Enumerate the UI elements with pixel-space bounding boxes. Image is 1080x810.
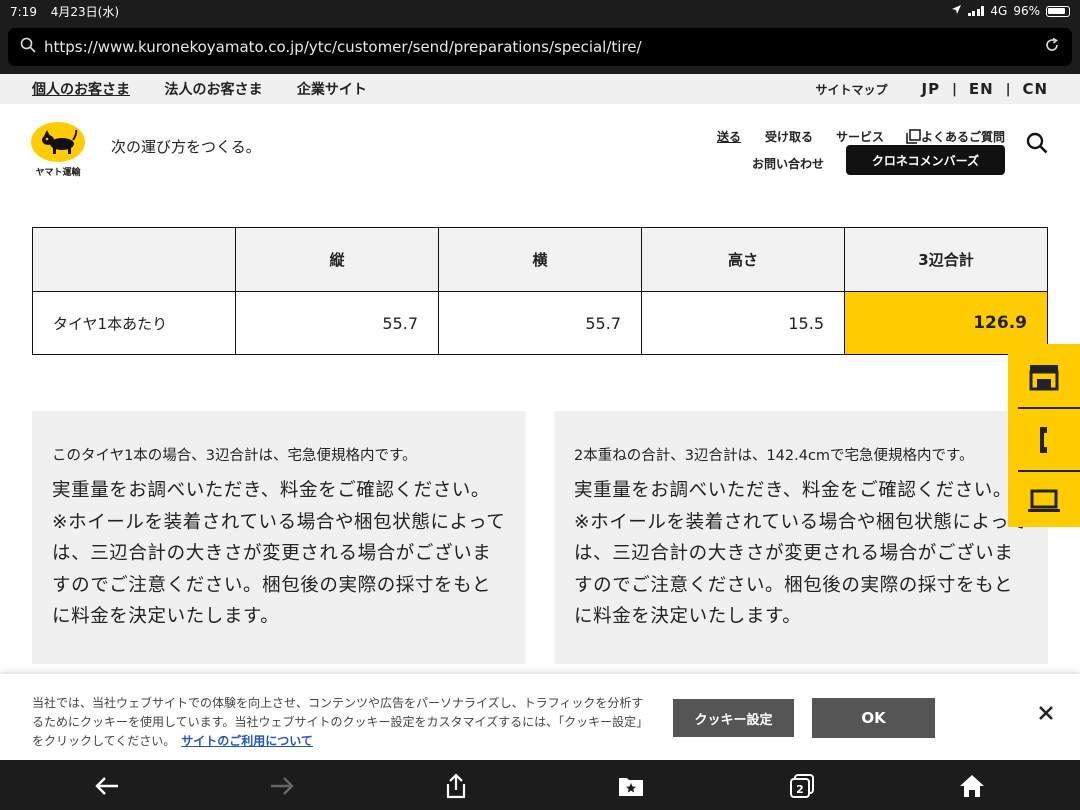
table-header-total: 3辺合計: [844, 227, 1048, 292]
info-box-single: このタイヤ1本の場合、3辺合計は、宅急便規格内です。 実重量をお調べいただき、料…: [32, 411, 526, 664]
search-icon: [20, 37, 36, 57]
share-icon[interactable]: [442, 772, 470, 800]
floating-sidebar: [1008, 344, 1080, 527]
tab-count: 2: [796, 783, 804, 796]
table-header-row: 縦 横 高さ 3辺合計: [32, 227, 1048, 292]
cookie-ok-button[interactable]: OK: [812, 698, 935, 738]
home-icon[interactable]: [958, 772, 986, 800]
browser-chrome: https://www.kuronekoyamato.co.jp/ytc/cus…: [0, 22, 1080, 74]
nav-faq-label: よくあるご質問: [921, 130, 1006, 144]
black-cat-icon: [31, 122, 85, 162]
browser-toolbar: 2: [0, 760, 1080, 810]
info-box-double: 2本重ねの合計、3辺合計は、142.4cmで宅急便規格内です。 実重量をお調べい…: [554, 411, 1048, 664]
status-bar: 7:19 4月23日(水) 4G 96%: [0, 0, 1080, 22]
logo-caption: ヤマト運輸: [35, 168, 81, 178]
table-header-length: 縦: [235, 227, 439, 292]
battery-icon: [1046, 5, 1070, 17]
status-date: 4月23日(水): [50, 4, 120, 19]
cell-width: 55.7: [438, 291, 642, 355]
network-type: 4G: [990, 4, 1008, 18]
location-icon: [951, 4, 962, 18]
site-header: ヤマト運輸 次の運び方をつくる。 送る 受け取る サービス よくあるご質問 お問…: [0, 104, 1080, 188]
top-nav: 個人のお客さま 法人のお客さま 企業サイト サイトマップ JP | EN | C…: [0, 74, 1080, 104]
address-bar[interactable]: https://www.kuronekoyamato.co.jp/ytc/cus…: [8, 28, 1072, 66]
lang-separator: |: [1005, 81, 1011, 97]
tabs-icon[interactable]: 2: [788, 772, 816, 800]
lang-en[interactable]: EN: [969, 80, 994, 98]
store-icon[interactable]: [1008, 346, 1080, 407]
nav-corporate[interactable]: 企業サイト: [297, 82, 367, 98]
tire-dimensions-table: 縦 横 高さ 3辺合計 タイヤ1本あたり 55.7 55.7 15.5 126.…: [32, 227, 1048, 355]
nav-service[interactable]: サービス: [836, 128, 884, 145]
lang-cn[interactable]: CN: [1022, 80, 1048, 98]
kuroneko-members-button[interactable]: クロネコメンバーズ: [846, 145, 1005, 175]
lang-jp[interactable]: JP: [922, 80, 941, 98]
nav-faq[interactable]: よくあるご質問: [906, 128, 1005, 145]
table-header-width: 横: [438, 227, 642, 292]
table-row: タイヤ1本あたり 55.7 55.7 15.5 126.9: [32, 291, 1048, 355]
sitemap-link[interactable]: サイトマップ: [816, 81, 888, 98]
cookie-settings-button[interactable]: クッキー設定: [673, 699, 794, 737]
lang-separator: |: [952, 81, 957, 97]
yamato-logo[interactable]: ヤマト運輸: [31, 122, 85, 178]
table-header-blank: [32, 227, 236, 292]
row-label: タイヤ1本あたり: [32, 291, 236, 355]
search-icon[interactable]: [1026, 132, 1052, 158]
status-time: 7:19: [10, 4, 37, 19]
info-lead: このタイヤ1本の場合、3辺合計は、宅急便規格内です。: [52, 448, 417, 464]
nav-contact[interactable]: お問い合わせ: [752, 155, 824, 172]
tagline: 次の運び方をつくる。: [111, 138, 261, 156]
reload-icon[interactable]: [1044, 37, 1060, 57]
forward-arrow-icon[interactable]: [268, 772, 296, 800]
info-body: 実重量をお調べいただき、料金をご確認ください。※ホイールを装着されている場合や梱…: [574, 480, 1028, 627]
signal-icon: [967, 6, 985, 16]
phone-icon[interactable]: [1008, 409, 1080, 470]
cell-length: 55.7: [235, 291, 439, 355]
info-body: 実重量をお調べいただき、料金をご確認ください。※ホイールを装着されている場合や梱…: [52, 480, 506, 627]
site-usage-link[interactable]: サイトのご利用について: [181, 734, 313, 748]
url-text: https://www.kuronekoyamato.co.jp/ytc/cus…: [44, 38, 642, 56]
external-window-icon: [906, 129, 921, 144]
cookie-text-block: 当社では、当社ウェブサイトでの体験を向上させ、コンテンツや広告をパーソナライズし…: [32, 694, 652, 751]
nav-business[interactable]: 法人のお客さま: [164, 82, 262, 98]
cookie-text: 当社では、当社ウェブサイトでの体験を向上させ、コンテンツや広告をパーソナライズし…: [32, 696, 649, 748]
table-header-height: 高さ: [641, 227, 845, 292]
back-arrow-icon[interactable]: [93, 772, 121, 800]
info-lead: 2本重ねの合計、3辺合計は、142.4cmで宅急便規格内です。: [574, 448, 974, 464]
nav-personal[interactable]: 個人のお客さま: [32, 82, 130, 98]
cookie-banner: 当社では、当社ウェブサイトでの体験を向上させ、コンテンツや広告をパーソナライズし…: [0, 674, 1080, 760]
close-icon[interactable]: [1038, 705, 1058, 725]
cell-height: 15.5: [641, 291, 845, 355]
bookmark-folder-icon[interactable]: [617, 772, 645, 800]
battery-percent: 96%: [1013, 4, 1040, 18]
laptop-icon[interactable]: [1008, 470, 1080, 531]
nav-send[interactable]: 送る: [717, 128, 741, 145]
nav-receive[interactable]: 受け取る: [765, 128, 813, 145]
